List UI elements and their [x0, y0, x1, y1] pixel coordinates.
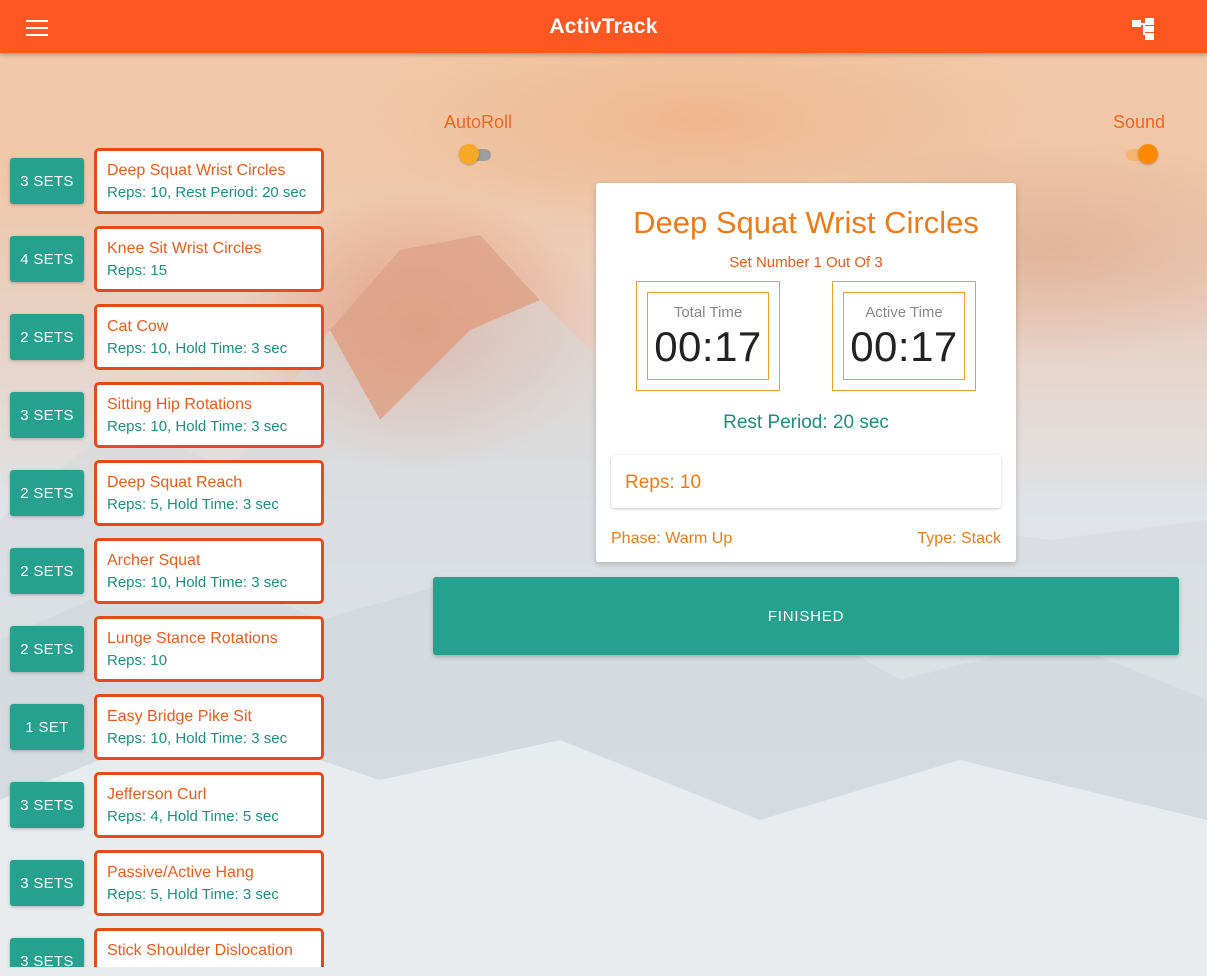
- exercise-list[interactable]: 3 SETS Deep Squat Wrist Circles Reps: 10, …: [0, 0, 340, 967]
- exercise-card[interactable]: Knee Sit Wrist Circles Reps: 15: [94, 226, 324, 292]
- exercise-detail: Reps: 5, Hold Time: 3 sec: [107, 886, 279, 903]
- total-time-label: Total Time: [673, 304, 743, 321]
- current-exercise-card: Deep Squat Wrist Circles Set Number 1 Ou…: [596, 183, 1016, 562]
- sets-button[interactable]: 1 SET: [10, 704, 84, 750]
- app-bar: ActivTrack: [0, 0, 1207, 53]
- type-label: Type: Stack: [917, 530, 1001, 547]
- active-time-label: Active Time: [865, 304, 943, 321]
- active-time-value: 00:17: [850, 323, 958, 370]
- total-time-box: Total Time 00:17: [636, 281, 780, 391]
- exercise-card[interactable]: Archer Squat Reps: 10, Hold Time: 3 sec: [94, 538, 324, 604]
- sets-button[interactable]: 3 SETS: [10, 158, 84, 204]
- sets-button[interactable]: 3 SETS: [10, 392, 84, 438]
- exercise-card[interactable]: Deep Squat Reach Reps: 5, Hold Time: 3 se…: [94, 460, 324, 526]
- total-time-value: 00:17: [654, 323, 762, 370]
- exercise-name: Jefferson Curl: [107, 786, 207, 803]
- reps-panel: Reps: 10: [611, 455, 1001, 508]
- exercise-card[interactable]: Lunge Stance Rotations Reps: 10: [94, 616, 324, 682]
- exercise-name: Passive/Active Hang: [107, 864, 254, 881]
- exercise-name: Stick Shoulder Dislocation: [107, 942, 293, 959]
- autoroll-toggle[interactable]: [459, 143, 495, 165]
- exercise-detail: Reps: 15: [107, 262, 168, 279]
- exercise-name: Deep Squat Wrist Circles: [107, 162, 286, 179]
- exercise-name: Easy Bridge Pike Sit: [107, 708, 252, 725]
- exercise-name: Archer Squat: [107, 552, 201, 569]
- exercise-name: Cat Cow: [107, 318, 169, 335]
- exercise-card[interactable]: Cat Cow Reps: 10, Hold Time: 3 sec: [94, 304, 324, 370]
- phase-label: Phase: Warm Up: [611, 530, 733, 547]
- exercise-detail: Reps: 10, Hold Time: 3 sec: [107, 730, 288, 747]
- exercise-detail: Reps: 10, Hold Time: 3 sec: [107, 340, 288, 357]
- menu-icon[interactable]: [26, 20, 48, 36]
- sound-label: Sound: [1113, 112, 1166, 132]
- exercise-card[interactable]: Passive/Active Hang Reps: 5, Hold Time: 3…: [94, 850, 324, 916]
- exercise-card[interactable]: Deep Squat Wrist Circles Reps: 10, Rest P…: [94, 148, 324, 214]
- sets-button[interactable]: 2 SETS: [10, 314, 84, 360]
- set-number: Set Number 1 Out Of 3: [729, 254, 883, 271]
- exercise-card[interactable]: Easy Bridge Pike Sit Reps: 10, Hold Time:…: [94, 694, 324, 760]
- exercise-card[interactable]: Jefferson Curl Reps: 4, Hold Time: 5 sec: [94, 772, 324, 838]
- exercise-detail: Reps: 10, Hold Time: 3 sec: [107, 574, 288, 591]
- sets-button[interactable]: 2 SETS: [10, 548, 84, 594]
- exercise-detail: Reps: 10: [107, 652, 168, 669]
- sets-button[interactable]: 3 SETS: [10, 782, 84, 828]
- exercise-name: Deep Squat Reach: [107, 474, 243, 491]
- sets-button[interactable]: 2 SETS: [10, 626, 84, 672]
- exercise-detail: Reps: 5, Hold Time: 3 sec: [107, 496, 279, 513]
- exercise-name: Lunge Stance Rotations: [107, 630, 278, 647]
- tree-structure-icon[interactable]: [1132, 18, 1156, 40]
- exercise-detail: Reps: 4, Hold Time: 5 sec: [107, 808, 279, 825]
- sets-button[interactable]: 2 SETS: [10, 470, 84, 516]
- exercise-card[interactable]: Stick Shoulder Dislocation: [94, 928, 324, 967]
- sets-button[interactable]: 3 SETS: [10, 938, 84, 967]
- sets-button[interactable]: 4 SETS: [10, 236, 84, 282]
- sets-button[interactable]: 3 SETS: [10, 860, 84, 906]
- exercise-card[interactable]: Sitting Hip Rotations Reps: 10, Hold Time…: [94, 382, 324, 448]
- finished-button[interactable]: FINISHED: [433, 577, 1179, 655]
- app-title: ActivTrack: [549, 14, 658, 38]
- autoroll-label: AutoRoll: [444, 112, 513, 132]
- active-time-box: Active Time 00:17: [832, 281, 976, 391]
- exercise-name: Sitting Hip Rotations: [107, 396, 252, 413]
- sound-toggle[interactable]: [1122, 143, 1158, 165]
- exercise-detail: Reps: 10, Hold Time: 3 sec: [107, 418, 288, 435]
- exercise-name: Knee Sit Wrist Circles: [107, 240, 262, 257]
- exercise-detail: Reps: 10, Rest Period: 20 sec: [107, 184, 307, 201]
- rest-period: Rest Period: 20 sec: [723, 412, 889, 433]
- current-exercise-title: Deep Squat Wrist Circles: [633, 205, 979, 240]
